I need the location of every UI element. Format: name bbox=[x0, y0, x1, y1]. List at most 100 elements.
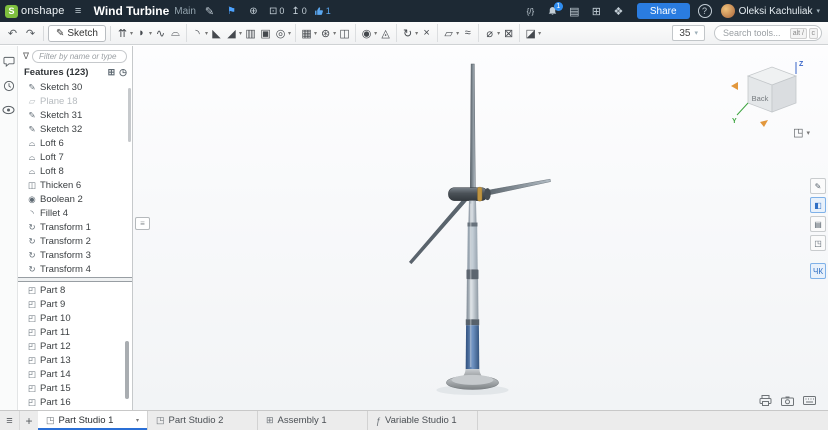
feature-item[interactable]: ▱ Plane 18 bbox=[18, 94, 126, 108]
chamfer-tool-button[interactable]: ◣ ▾ bbox=[209, 24, 224, 42]
feature-item[interactable]: ◝ Fillet 4 bbox=[18, 206, 126, 220]
blade-left[interactable] bbox=[409, 198, 467, 264]
hub-nose[interactable] bbox=[484, 188, 490, 200]
feature-item[interactable]: ◉ Boolean 2 bbox=[18, 192, 126, 206]
feature-item[interactable]: ✎ Sketch 30 bbox=[18, 80, 126, 94]
blade-right[interactable] bbox=[486, 179, 551, 195]
mass-properties-tool-button[interactable]: ⊠ ▾ bbox=[501, 24, 516, 42]
part-item[interactable]: ◰ Part 10 bbox=[18, 311, 126, 325]
custom-features-dropdown[interactable]: 35 ▾ bbox=[672, 25, 705, 41]
shell-tool-button[interactable]: ▣ ▾ bbox=[258, 24, 273, 42]
tower-segment-1[interactable] bbox=[468, 201, 476, 223]
circular-pattern-tool-button[interactable]: ⊛ ▾ bbox=[318, 24, 337, 42]
tower-collar-2[interactable] bbox=[466, 319, 479, 325]
versions-count[interactable]: ⊡ 0 bbox=[269, 6, 284, 17]
likes-count[interactable]: 1 bbox=[314, 6, 331, 16]
user-menu[interactable]: Oleksi Kachuliak ▾ bbox=[721, 4, 820, 18]
configurations-panel-button[interactable]: ◧ bbox=[810, 197, 826, 213]
filter-icon[interactable]: ∇ bbox=[23, 51, 29, 62]
history-button[interactable] bbox=[2, 79, 16, 92]
view-options-button[interactable]: ◳ ▾ bbox=[793, 126, 810, 139]
turbine-geometry[interactable] bbox=[409, 64, 550, 395]
features-scrollbar[interactable] bbox=[128, 88, 131, 142]
part-item[interactable]: ◰ Part 15 bbox=[18, 381, 126, 395]
tower-joint[interactable] bbox=[466, 269, 478, 279]
feature-item[interactable]: ⌓ Loft 6 bbox=[18, 136, 126, 150]
follow-mode-button[interactable] bbox=[2, 103, 16, 116]
insert-folder-icon[interactable]: ⊞ bbox=[108, 67, 116, 78]
revolve-tool-button[interactable]: ◗ ▾ bbox=[134, 24, 153, 42]
filter-input[interactable] bbox=[32, 50, 127, 63]
add-tab-button[interactable]: + bbox=[20, 411, 38, 430]
hole-tool-button[interactable]: ◎ ▾ bbox=[273, 24, 292, 42]
help-button[interactable]: ? bbox=[698, 4, 712, 18]
rotate-left-arrow[interactable] bbox=[731, 82, 738, 90]
edit-appearance-panel-button[interactable]: ✎ bbox=[810, 178, 826, 194]
tower-segment-2[interactable] bbox=[467, 227, 477, 270]
document-tab[interactable]: ◳ Part Studio 1 ▾ bbox=[38, 411, 148, 430]
feature-item[interactable]: ◫ Thicken 6 bbox=[18, 178, 126, 192]
part-item[interactable]: ◰ Part 8 bbox=[18, 283, 126, 297]
rename-document-button[interactable]: ✎ bbox=[201, 3, 218, 20]
part-item[interactable]: ◰ Part 11 bbox=[18, 325, 126, 339]
rollback-bar[interactable] bbox=[18, 277, 132, 282]
sweep-tool-button[interactable]: ∿ ▾ bbox=[153, 24, 168, 42]
custom-app-panel-button[interactable]: ЧК bbox=[810, 263, 826, 279]
share-button[interactable]: Share bbox=[637, 3, 690, 19]
split-tool-button[interactable]: ◬ ▾ bbox=[378, 24, 393, 42]
feature-item[interactable]: ⌓ Loft 7 bbox=[18, 150, 126, 164]
feature-item[interactable]: ✎ Sketch 31 bbox=[18, 108, 126, 122]
keyboard-shortcuts-button[interactable] bbox=[803, 395, 816, 406]
named-views-panel-button[interactable]: ▤ bbox=[810, 216, 826, 232]
boolean-tool-button[interactable]: ◉ ▾ bbox=[355, 24, 378, 42]
document-tab[interactable]: ◳ Part Studio 2 ▾ bbox=[148, 411, 258, 430]
helix-tool-button[interactable]: ≈ ▾ bbox=[460, 24, 475, 42]
graphics-viewport[interactable]: ≡ Back Z Y ◳ ▾ ✎ ◧ bbox=[133, 46, 828, 410]
workspace-name[interactable]: Main bbox=[174, 6, 196, 17]
part-item[interactable]: ◰ Part 9 bbox=[18, 297, 126, 311]
part-item[interactable]: ◰ Part 13 bbox=[18, 353, 126, 367]
tower-collar-1[interactable] bbox=[467, 223, 477, 227]
public-visibility-button[interactable]: ⊕ bbox=[245, 3, 262, 20]
forum-button[interactable]: ❖ bbox=[610, 3, 627, 20]
onshape-logo[interactable]: S onshape bbox=[5, 5, 65, 18]
rib-tool-button[interactable]: ▥ ▾ bbox=[243, 24, 258, 42]
feature-item[interactable]: ↻ Transform 3 bbox=[18, 248, 126, 262]
chevron-down-icon[interactable]: ▾ bbox=[130, 417, 139, 424]
print-button[interactable] bbox=[759, 395, 772, 406]
wind-turbine-model[interactable] bbox=[133, 46, 828, 410]
feature-item[interactable]: ↻ Transform 4 bbox=[18, 262, 126, 276]
plane-tool-button[interactable]: ▱ ▾ bbox=[437, 24, 460, 42]
mirror-tool-button[interactable]: ◫ ▾ bbox=[337, 24, 352, 42]
draft-tool-button[interactable]: ◢ ▾ bbox=[224, 24, 243, 42]
redo-button[interactable]: ↷ bbox=[22, 25, 39, 42]
part-item[interactable]: ◰ Part 12 bbox=[18, 339, 126, 353]
sketch-button[interactable]: ✎ Sketch bbox=[48, 25, 106, 42]
app-store-button[interactable]: ⊞ bbox=[588, 3, 605, 20]
document-tab[interactable]: ⊞ Assembly 1 ▾ bbox=[258, 411, 368, 430]
feature-item[interactable]: ↻ Transform 1 bbox=[18, 220, 126, 234]
blade-vertical[interactable] bbox=[470, 64, 475, 189]
feature-item[interactable]: ↻ Transform 2 bbox=[18, 234, 126, 248]
rollback-bar-handle[interactable]: ≡ bbox=[135, 217, 150, 230]
document-tab[interactable]: ƒ Variable Studio 1 ▾ bbox=[368, 411, 478, 430]
part-item[interactable]: ◰ Part 14 bbox=[18, 367, 126, 381]
undo-button[interactable]: ↶ bbox=[4, 25, 21, 42]
rotate-down-arrow[interactable] bbox=[760, 120, 768, 127]
comments-button[interactable] bbox=[2, 55, 16, 68]
loft-tool-button[interactable]: ⌓ ▾ bbox=[168, 24, 183, 42]
part-item[interactable]: ◰ Part 16 bbox=[18, 395, 126, 409]
notifications-button[interactable]: 1 bbox=[544, 3, 561, 20]
linear-pattern-tool-button[interactable]: ▦ ▾ bbox=[295, 24, 318, 42]
branches-count[interactable]: ↥ 0 bbox=[291, 6, 306, 17]
main-menu-button[interactable]: ≡ bbox=[70, 3, 87, 20]
publication-button[interactable]: ⚑ bbox=[223, 3, 240, 20]
delete-part-tool-button[interactable]: × ▾ bbox=[419, 24, 434, 42]
feature-item[interactable]: ✎ Sketch 32 bbox=[18, 122, 126, 136]
fillet-tool-button[interactable]: ◝ ▾ bbox=[186, 24, 209, 42]
screenshot-button[interactable] bbox=[781, 395, 794, 406]
history-icon[interactable]: ◷ bbox=[119, 67, 127, 78]
learning-center-button[interactable]: ▤ bbox=[566, 3, 583, 20]
feature-script-button[interactable]: {/} bbox=[522, 3, 539, 20]
tab-manager-button[interactable]: ≡ bbox=[0, 411, 20, 430]
